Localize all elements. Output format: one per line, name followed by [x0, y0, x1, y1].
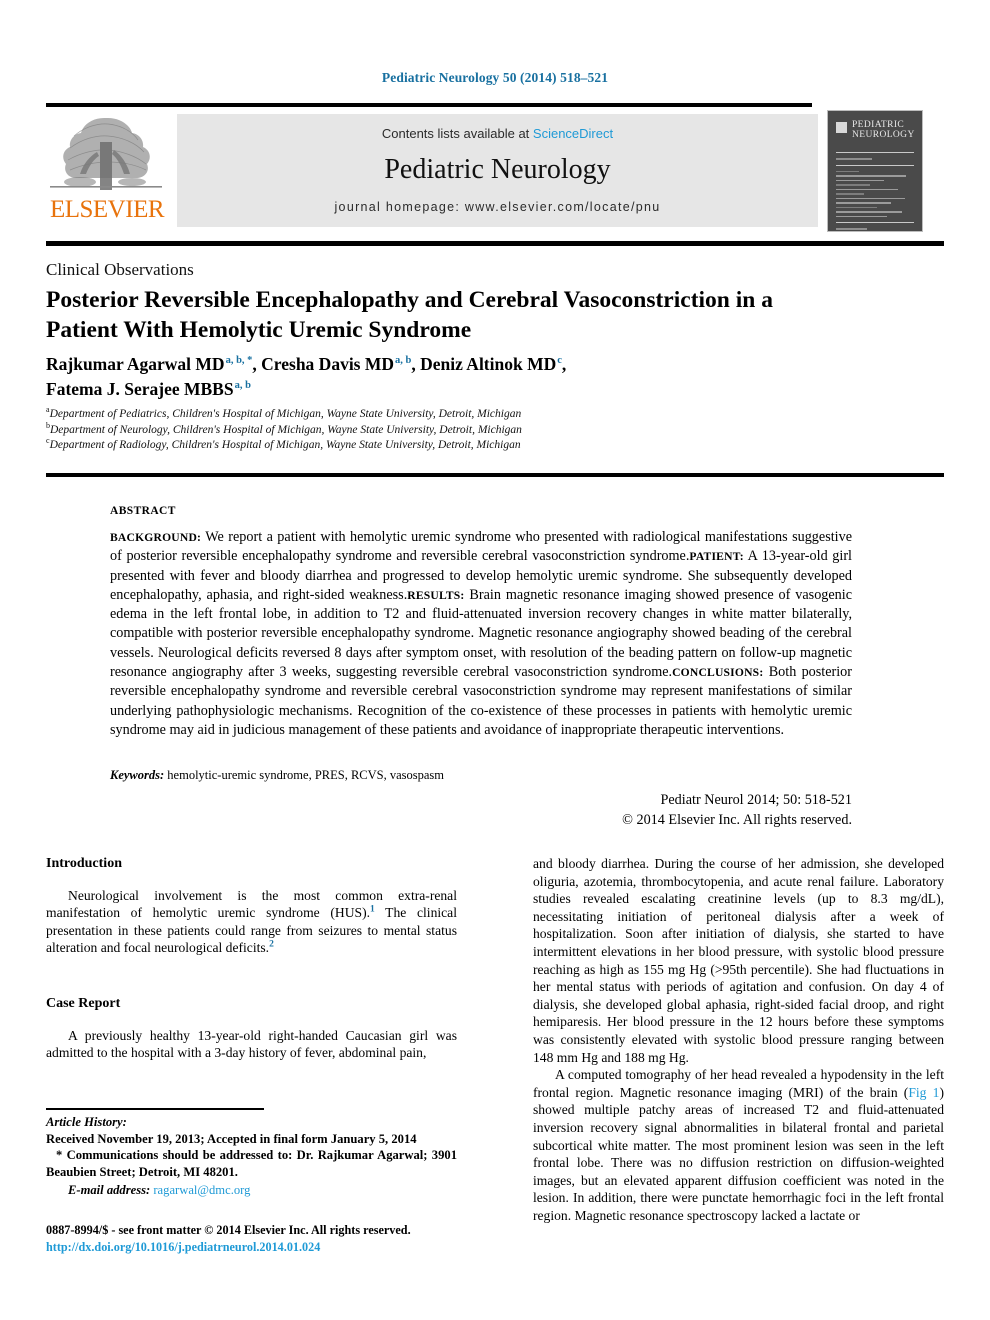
elsevier-wordmark: ELSEVIER: [49, 196, 165, 223]
author-list: Rajkumar Agarwal MDa, b, *, Cresha Davis…: [46, 352, 846, 402]
reference-marker-2[interactable]: 2: [269, 940, 274, 950]
journal-header-box: Contents lists available at ScienceDirec…: [177, 114, 818, 227]
keywords-value: hemolytic-uremic syndrome, PRES, RCVS, v…: [164, 768, 445, 782]
intro-paragraph: Neurological involvement is the most com…: [46, 887, 457, 957]
abstract-citation-block: Pediatr Neurol 2014; 50: 518-521 © 2014 …: [110, 790, 852, 830]
masthead-top-rule: [46, 103, 812, 107]
cover-placeholder-lines: [836, 147, 914, 231]
abstract-label: ABSTRACT: [110, 505, 176, 517]
copyright-text: © 2014 Elsevier Inc. All rights reserved…: [622, 812, 852, 828]
abstract-section-head: RESULTS:: [407, 588, 465, 602]
footnote-rule: [46, 1108, 264, 1110]
cover-title-text: PEDIATRIC NEUROLOGY: [852, 120, 915, 140]
abstract-text: BACKGROUND: We report a patient with hem…: [110, 528, 852, 740]
contents-prefix-text: Contents lists available at: [381, 126, 533, 141]
affiliation-text: Department of Pediatrics, Children's Hos…: [49, 408, 522, 420]
article-history-label: Article History:: [46, 1115, 127, 1129]
keywords-label: Keywords:: [110, 768, 165, 782]
keywords-line: Keywords: hemolytic-uremic syndrome, PRE…: [110, 768, 852, 783]
affiliation-item: bDepartment of Neurology, Children's Hos…: [46, 421, 846, 439]
imaging-text-b: ) showed multiple patchy areas of increa…: [533, 1084, 944, 1223]
imaging-text-a: A computed tomography of her head reveal…: [533, 1067, 944, 1100]
article-history-value: Received November 19, 2013; Accepted in …: [46, 1131, 417, 1146]
cover-emblem-icon: [836, 122, 847, 133]
elsevier-logo: ELSEVIER: [46, 112, 168, 228]
author-affil-marker-4[interactable]: a, b: [234, 380, 251, 391]
author-name-4: Fatema J. Serajee MBBS: [46, 379, 234, 399]
journal-title: Pediatric Neurology: [384, 154, 611, 185]
running-head: Pediatric Neurology 50 (2014) 518–521: [381, 70, 609, 85]
journal-homepage-link[interactable]: journal homepage: www.elsevier.com/locat…: [177, 200, 818, 214]
citation-text: Pediatr Neurol 2014; 50: 518-521: [660, 792, 852, 808]
affiliation-list: aDepartment of Pediatrics, Children's Ho…: [46, 406, 846, 454]
abstract-section-head: PATIENT:: [689, 550, 744, 564]
author-sep-1: , Cresha Davis MD: [252, 354, 395, 374]
article-head-rule: [46, 241, 944, 246]
author-name-1: Rajkumar Agarwal MD: [46, 354, 225, 374]
author-sep-3: ,: [561, 354, 567, 374]
affiliation-item: aDepartment of Pediatrics, Children's Ho…: [46, 406, 846, 423]
journal-cover-thumbnail[interactable]: PEDIATRIC NEUROLOGY: [827, 110, 923, 232]
issn-copyright-block: 0887-8994/$ - see front matter © 2014 El…: [46, 1222, 506, 1256]
author-affil-marker-1[interactable]: a, b, *: [225, 355, 253, 366]
affiliation-text: Department of Radiology, Children's Hosp…: [49, 439, 521, 451]
affiliation-item: cDepartment of Radiology, Children's Hos…: [46, 437, 846, 454]
section-heading-case-report: Case Report: [46, 995, 121, 1011]
correspondence-note: * Communications should be addressed to:…: [46, 1148, 457, 1179]
author-affil-marker-2[interactable]: a, b: [394, 355, 411, 366]
case-report-paragraph-continued: and bloody diarrhea. During the course o…: [533, 856, 944, 1065]
contents-available-line: Contents lists available at ScienceDirec…: [177, 126, 818, 141]
author-sep-2: , Deniz Altinok MD: [411, 354, 557, 374]
sciencedirect-link[interactable]: ScienceDirect: [533, 126, 613, 141]
body-column-right: and bloody diarrhea. During the course o…: [533, 855, 944, 1224]
abstract-top-rule: [46, 473, 944, 477]
abstract-section-head: BACKGROUND:: [110, 531, 202, 544]
email-address-link[interactable]: ragarwal@dmc.org: [150, 1183, 250, 1197]
doi-link[interactable]: http://dx.doi.org/10.1016/j.pediatrneuro…: [46, 1239, 506, 1256]
case-report-paragraph: A previously healthy 13-year-old right-h…: [46, 1027, 457, 1061]
affiliation-text: Department of Neurology, Children's Hosp…: [50, 423, 522, 436]
journal-article-page: Pediatric Neurology 50 (2014) 518–521 EL…: [0, 0, 990, 1320]
page-title: Posterior Reversible Encephalopathy and …: [46, 287, 773, 343]
imaging-paragraph: A computed tomography of her head reveal…: [533, 1066, 944, 1224]
figure-1-link[interactable]: Fig 1: [908, 1085, 939, 1100]
issn-line: 0887-8994/$ - see front matter © 2014 El…: [46, 1223, 411, 1237]
journal-masthead: ELSEVIER Contents lists available at Sci…: [46, 110, 923, 232]
body-column-left: Introduction Neurological involvement is…: [46, 855, 457, 1062]
article-type-label: Clinical Observations: [46, 260, 194, 279]
abstract-section-head: CONCLUSIONS:: [672, 666, 764, 680]
section-heading-introduction: Introduction: [46, 856, 122, 871]
email-label: E-mail address:: [68, 1183, 151, 1198]
email-line: E-mail address: ragarwal@dmc.org: [46, 1182, 457, 1199]
elsevier-tree-icon: [50, 118, 162, 190]
footnote-block: Article History: Received November 19, 2…: [46, 1114, 457, 1199]
